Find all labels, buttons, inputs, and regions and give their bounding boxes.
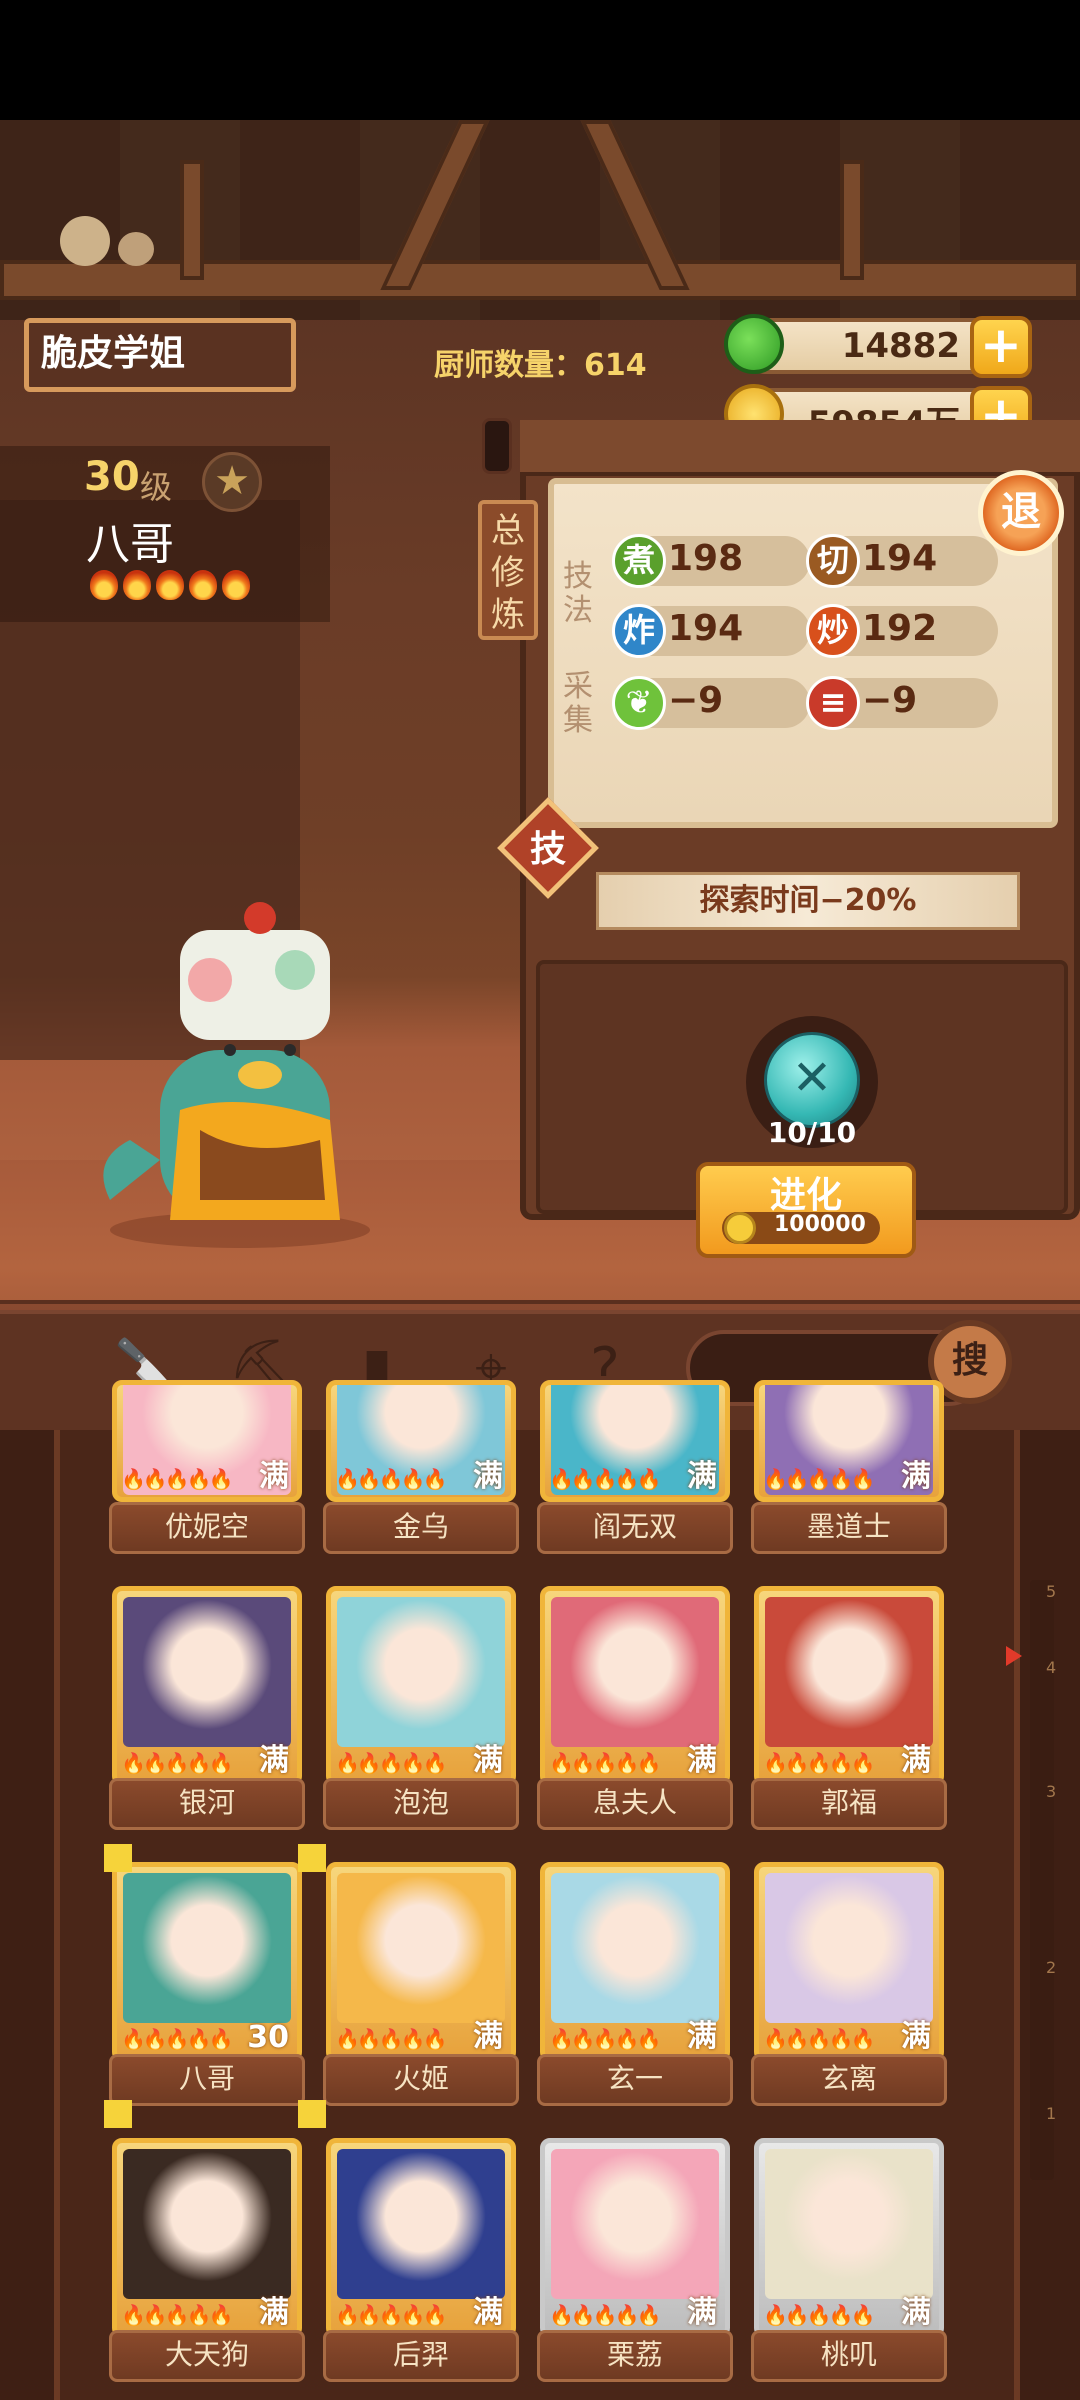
character-card[interactable]: 🔥🔥🔥🔥🔥 满 <box>326 2138 516 2338</box>
character-card[interactable]: 🔥🔥🔥🔥🔥 满 <box>540 2138 730 2338</box>
character-card[interactable]: 🔥🔥🔥🔥🔥 满 <box>540 1586 730 1786</box>
flame-rating-icon: 🔥🔥🔥🔥🔥 <box>549 2303 662 2327</box>
card-badge: 满 <box>901 2019 931 2054</box>
character-card[interactable]: 🔥🔥🔥🔥🔥 满 <box>754 1862 944 2062</box>
character-name-plate[interactable]: 墨道士 <box>751 1502 947 1554</box>
character-portrait <box>765 1597 933 1747</box>
character-card[interactable]: 🔥🔥🔥🔥🔥 30 <box>112 1862 302 2062</box>
character-portrait <box>123 1597 291 1747</box>
character-card[interactable]: 🔥🔥🔥🔥🔥 满 <box>540 1862 730 2062</box>
character-card[interactable]: 🔥🔥🔥🔥🔥 满 <box>326 1862 516 2062</box>
flame-rating-icon: 🔥🔥🔥🔥🔥 <box>121 1751 234 1775</box>
card-badge: 满 <box>901 2295 931 2330</box>
character-name-plate[interactable]: 银河 <box>109 1778 305 1830</box>
flame-rating-icon: 🔥🔥🔥🔥🔥 <box>121 2027 234 2051</box>
character-name-plate[interactable]: 栗荔 <box>537 2330 733 2382</box>
cards-layer: 🔥🔥🔥🔥🔥 满优妮空 🔥🔥🔥🔥🔥 满金乌 🔥🔥🔥🔥🔥 满阎无双 🔥🔥🔥🔥🔥 满墨道士 🔥🔥🔥🔥🔥… <box>0 0 1080 2400</box>
character-card[interactable]: 🔥🔥🔥🔥🔥 满 <box>112 1586 302 1786</box>
card-badge: 满 <box>901 1459 931 1494</box>
character-portrait <box>551 1597 719 1747</box>
character-name-plate[interactable]: 火姬 <box>323 2054 519 2106</box>
character-name-plate[interactable]: 玄一 <box>537 2054 733 2106</box>
character-name-plate[interactable]: 八哥 <box>109 2054 305 2106</box>
character-portrait <box>337 2149 505 2299</box>
card-badge: 30 <box>247 2020 289 2055</box>
character-portrait <box>551 1873 719 2023</box>
character-portrait <box>123 2149 291 2299</box>
character-name-plate[interactable]: 金乌 <box>323 1502 519 1554</box>
flame-rating-icon: 🔥🔥🔥🔥🔥 <box>335 1751 448 1775</box>
character-card[interactable]: 🔥🔥🔥🔥🔥 满 <box>754 2138 944 2338</box>
card-badge: 满 <box>259 1459 289 1494</box>
flame-rating-icon: 🔥🔥🔥🔥🔥 <box>335 2303 448 2327</box>
card-badge: 满 <box>687 1743 717 1778</box>
character-name-plate[interactable]: 息夫人 <box>537 1778 733 1830</box>
character-portrait <box>765 1873 933 2023</box>
selection-corner <box>298 1844 326 1872</box>
selection-corner <box>104 2100 132 2128</box>
flame-rating-icon: 🔥🔥🔥🔥🔥 <box>335 1467 448 1491</box>
character-name-plate[interactable]: 桃叽 <box>751 2330 947 2382</box>
character-name-plate[interactable]: 优妮空 <box>109 1502 305 1554</box>
character-name-plate[interactable]: 后羿 <box>323 2330 519 2382</box>
character-card[interactable]: 🔥🔥🔥🔥🔥 满 <box>754 1380 944 1502</box>
character-name-plate[interactable]: 郭福 <box>751 1778 947 1830</box>
character-card[interactable]: 🔥🔥🔥🔥🔥 满 <box>112 1380 302 1502</box>
character-portrait <box>551 2149 719 2299</box>
flame-rating-icon: 🔥🔥🔥🔥🔥 <box>335 2027 448 2051</box>
character-portrait <box>337 1597 505 1747</box>
character-name-plate[interactable]: 泡泡 <box>323 1778 519 1830</box>
selection-corner <box>104 1844 132 1872</box>
card-badge: 满 <box>473 1743 503 1778</box>
flame-rating-icon: 🔥🔥🔥🔥🔥 <box>121 1467 234 1491</box>
card-badge: 满 <box>687 2019 717 2054</box>
character-card[interactable]: 🔥🔥🔥🔥🔥 满 <box>326 1380 516 1502</box>
character-portrait <box>123 1873 291 2023</box>
flame-rating-icon: 🔥🔥🔥🔥🔥 <box>549 2027 662 2051</box>
flame-rating-icon: 🔥🔥🔥🔥🔥 <box>763 2027 876 2051</box>
flame-rating-icon: 🔥🔥🔥🔥🔥 <box>763 1751 876 1775</box>
card-badge: 满 <box>473 2019 503 2054</box>
card-badge: 满 <box>687 1459 717 1494</box>
character-name-plate[interactable]: 大天狗 <box>109 2330 305 2382</box>
card-badge: 满 <box>259 2295 289 2330</box>
flame-rating-icon: 🔥🔥🔥🔥🔥 <box>549 1467 662 1491</box>
flame-rating-icon: 🔥🔥🔥🔥🔥 <box>763 2303 876 2327</box>
card-badge: 满 <box>259 1743 289 1778</box>
character-name-plate[interactable]: 阎无双 <box>537 1502 733 1554</box>
card-badge: 满 <box>473 1459 503 1494</box>
character-card[interactable]: 🔥🔥🔥🔥🔥 满 <box>326 1586 516 1786</box>
card-badge: 满 <box>901 1743 931 1778</box>
character-card[interactable]: 🔥🔥🔥🔥🔥 满 <box>540 1380 730 1502</box>
character-portrait <box>765 2149 933 2299</box>
card-badge: 满 <box>687 2295 717 2330</box>
character-portrait <box>337 1873 505 2023</box>
flame-rating-icon: 🔥🔥🔥🔥🔥 <box>549 1751 662 1775</box>
flame-rating-icon: 🔥🔥🔥🔥🔥 <box>763 1467 876 1491</box>
card-badge: 满 <box>473 2295 503 2330</box>
flame-rating-icon: 🔥🔥🔥🔥🔥 <box>121 2303 234 2327</box>
character-card[interactable]: 🔥🔥🔥🔥🔥 满 <box>112 2138 302 2338</box>
character-card[interactable]: 🔥🔥🔥🔥🔥 满 <box>754 1586 944 1786</box>
character-name-plate[interactable]: 玄离 <box>751 2054 947 2106</box>
selection-corner <box>298 2100 326 2128</box>
